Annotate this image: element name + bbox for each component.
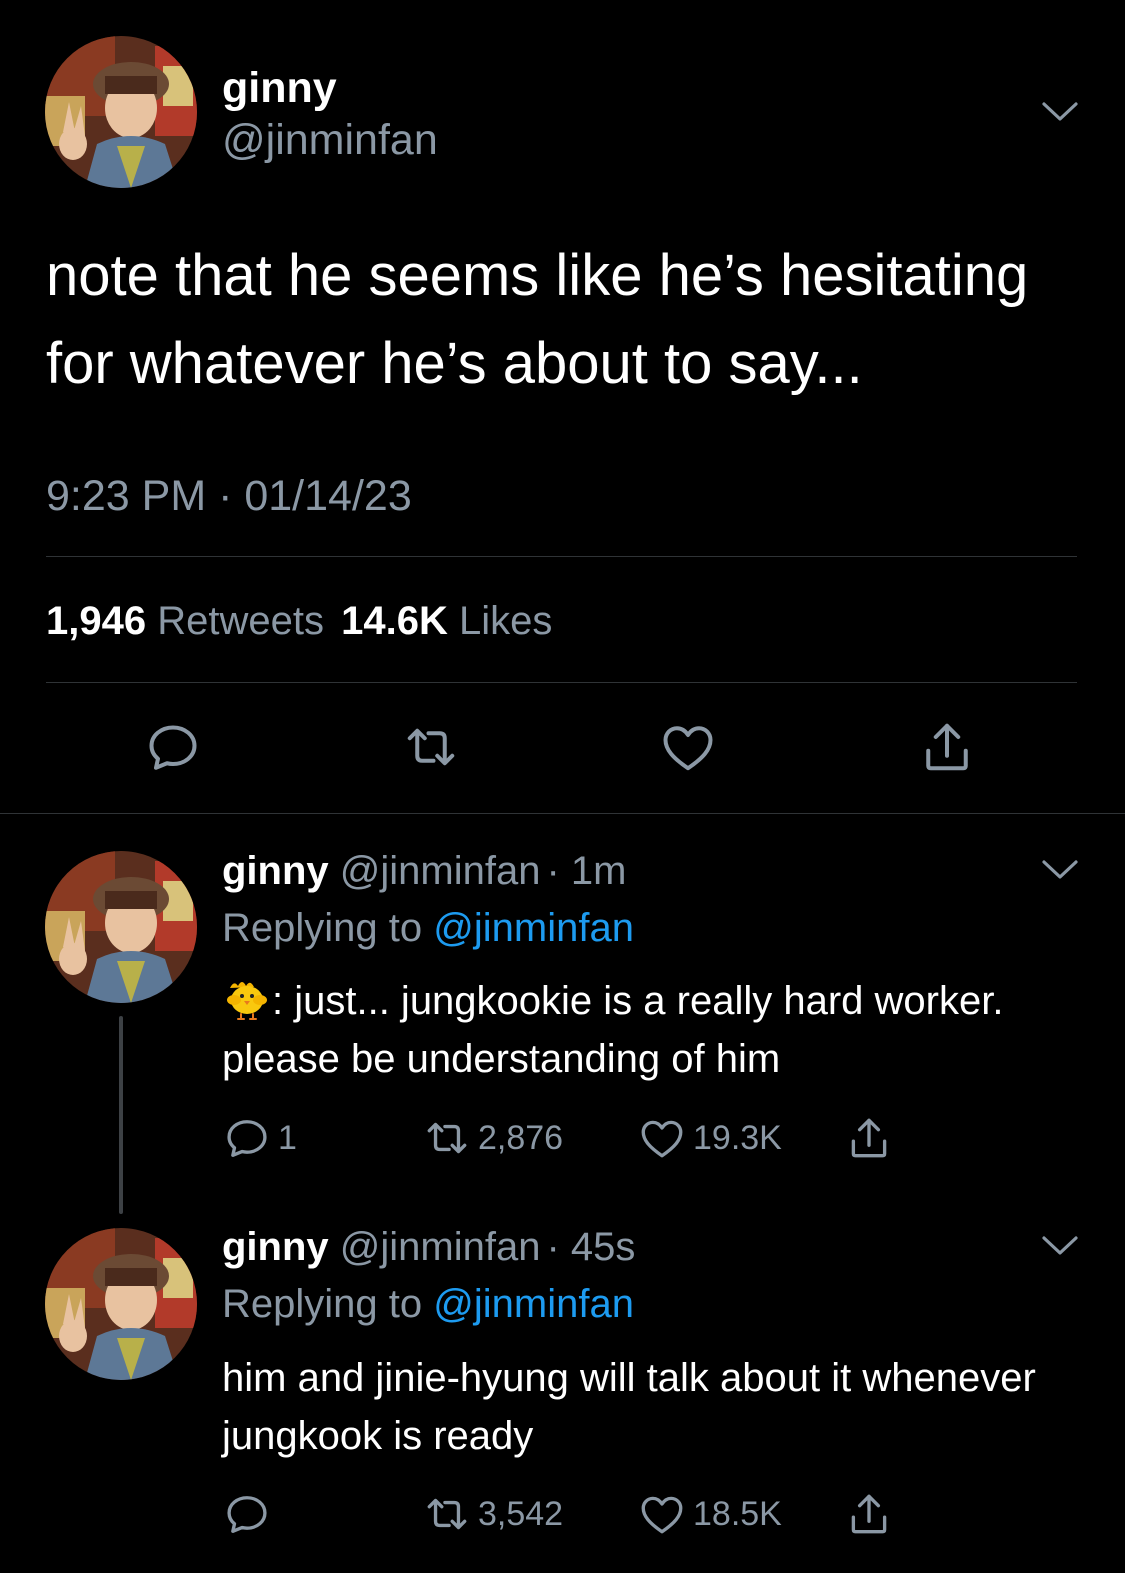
user-handle[interactable]: @jinminfan xyxy=(222,112,438,168)
like-count: 19.3K xyxy=(693,1119,782,1157)
reply-count: 1 xyxy=(278,1119,297,1157)
mention-link[interactable]: @jinminfan xyxy=(433,1282,634,1326)
retweets-count: 1,946 xyxy=(46,599,147,643)
share-button[interactable] xyxy=(844,1489,894,1539)
likes-label: Likes xyxy=(458,599,553,643)
replying-prefix: Replying to xyxy=(222,906,423,950)
display-name[interactable]: ginny xyxy=(222,849,329,893)
tweet-stats: 1,946 Retweets 14.6K Likes xyxy=(46,595,552,647)
retweet-button[interactable]: 3,542 xyxy=(422,1489,563,1539)
chevron-down-icon[interactable] xyxy=(1040,1234,1080,1258)
comment-icon xyxy=(222,1113,272,1163)
reply-actions: 3,542 18.5K xyxy=(222,1489,922,1539)
section-divider xyxy=(0,813,1125,814)
likes-stat[interactable]: 14.6K Likes xyxy=(341,599,552,643)
avatar[interactable] xyxy=(45,851,197,1003)
retweet-icon xyxy=(422,1113,472,1163)
heart-icon xyxy=(637,1113,687,1163)
avatar[interactable] xyxy=(45,36,197,188)
like-button[interactable]: 19.3K xyxy=(637,1113,782,1163)
divider xyxy=(46,556,1077,557)
retweets-label: Retweets xyxy=(157,599,324,643)
share-icon xyxy=(844,1113,894,1163)
reply-button[interactable]: 1 xyxy=(222,1113,297,1163)
display-name[interactable]: ginny xyxy=(222,1225,329,1269)
user-handle[interactable]: @jinminfan xyxy=(340,1225,541,1269)
comment-icon xyxy=(222,1489,272,1539)
mention-link[interactable]: @jinminfan xyxy=(433,906,634,950)
user-handle[interactable]: @jinminfan xyxy=(340,849,541,893)
divider xyxy=(46,682,1077,683)
reply-text: : just... jungkookie is a really hard wo… xyxy=(222,972,1062,1088)
share-icon xyxy=(844,1489,894,1539)
display-name[interactable]: ginny xyxy=(222,60,337,116)
tweet-text: note that he seems like he’s hesitating … xyxy=(46,243,1029,396)
chevron-down-icon[interactable] xyxy=(1040,858,1080,882)
reply-header: ginny @jinminfan · 45s xyxy=(222,1220,635,1274)
replying-to: Replying to @jinminfan xyxy=(222,901,634,955)
reply-actions: 1 2,876 19.3K xyxy=(222,1113,922,1163)
heart-icon[interactable] xyxy=(658,717,718,777)
baby-chick-emoji-icon xyxy=(227,982,267,1020)
heart-icon xyxy=(637,1489,687,1539)
retweet-button[interactable]: 2,876 xyxy=(422,1113,563,1163)
reply-time[interactable]: · 45s xyxy=(546,1225,635,1269)
retweet-icon[interactable] xyxy=(401,717,461,777)
likes-count: 14.6K xyxy=(341,599,448,643)
reply-header: ginny @jinminfan · 1m xyxy=(222,844,626,898)
replying-to: Replying to @jinminfan xyxy=(222,1277,634,1331)
retweet-icon xyxy=(422,1489,472,1539)
like-count: 18.5K xyxy=(693,1495,782,1533)
comment-icon[interactable] xyxy=(143,717,203,777)
reply-time[interactable]: · 1m xyxy=(546,849,626,893)
share-icon[interactable] xyxy=(917,717,977,777)
chevron-down-icon[interactable] xyxy=(1040,100,1080,124)
replying-prefix: Replying to xyxy=(222,1282,423,1326)
retweet-count: 3,542 xyxy=(478,1495,564,1533)
reply-button[interactable] xyxy=(222,1489,278,1539)
reply-text: him and jinie-hyung will talk about it w… xyxy=(222,1356,1036,1458)
reply-body: : just... jungkookie is a really hard wo… xyxy=(222,979,1004,1081)
thread-line xyxy=(119,1016,123,1214)
retweets-stat[interactable]: 1,946 Retweets xyxy=(46,599,335,643)
like-button[interactable]: 18.5K xyxy=(637,1489,782,1539)
retweet-count: 2,876 xyxy=(478,1119,564,1157)
avatar[interactable] xyxy=(45,1228,197,1380)
tweet-timestamp[interactable]: 9:23 PM · 01/14/23 xyxy=(46,468,412,524)
share-button[interactable] xyxy=(844,1113,894,1163)
